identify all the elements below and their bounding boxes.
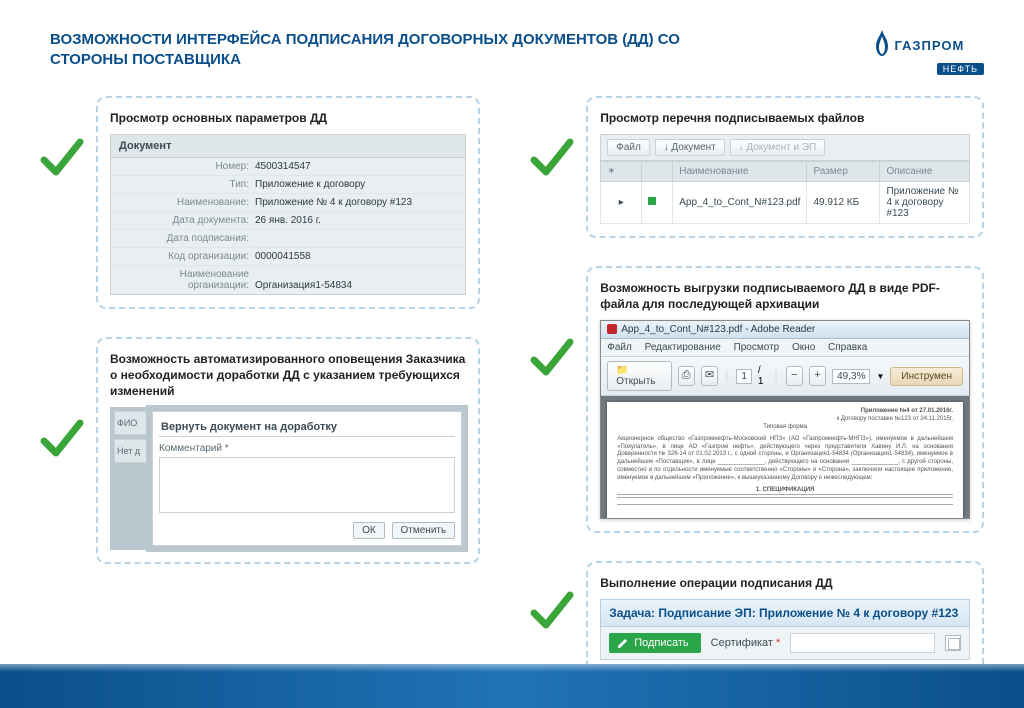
page-title: ВОЗМОЖНОСТИ ИНТЕРФЕЙСА ПОДПИСАНИЯ ДОГОВО…	[50, 30, 750, 71]
status-icon	[648, 197, 656, 205]
expand-icon[interactable]: ✶	[607, 166, 615, 177]
cancel-button[interactable]: Отменить	[392, 522, 456, 539]
comment-label: Комментарий *	[159, 443, 455, 454]
panel-files: Просмотр перечня подписываемых файлов Фа…	[586, 96, 984, 238]
check-icon	[530, 336, 574, 380]
pdf-reader-window: App_4_to_Cont_N#123.pdf - Adobe Reader Ф…	[600, 320, 970, 519]
brand-name: ГАЗПРОМ	[894, 38, 964, 53]
cert-input[interactable]	[790, 633, 935, 653]
check-icon	[40, 417, 84, 461]
table-row[interactable]: ▸ App_4_to_Cont_N#123.pdf 49,912 КБ Прил…	[601, 181, 970, 223]
pdf-toolbar: Открыть ⎙ ✉ │ 1 / 1 │ − + 49,3% ▼ Инстру…	[601, 357, 969, 396]
pen-icon	[617, 637, 629, 649]
files-toolbar: Файл ↓ Документ ↓ Документ и ЭП	[600, 134, 970, 161]
task-header: Задача: Подписание ЭП: Приложение № 4 к …	[600, 599, 970, 627]
panel-sign: Выполнение операции подписания ДД Задача…	[586, 561, 984, 674]
menu-bar: Файл Редактирование Просмотр Окно Справк…	[601, 339, 969, 357]
files-table: ✶ Наименование Размер Описание ▸ App_4_t…	[600, 161, 970, 224]
tab-doc[interactable]: ↓ Документ	[655, 139, 725, 156]
cert-label: Сертификат *	[711, 637, 781, 649]
menu-help[interactable]: Справка	[828, 342, 867, 353]
tab-doc-sp[interactable]: ↓ Документ и ЭП	[730, 139, 826, 156]
doc-section-header: Документ	[111, 135, 465, 158]
panel-caption: Возможность автоматизированного оповещен…	[110, 351, 466, 400]
sign-button[interactable]: Подписать	[609, 633, 700, 653]
dialog-title: Вернуть документ на доработку	[159, 418, 455, 437]
pdf-page: Приложение №4 от 27.01.2016г. к Договору…	[607, 402, 963, 518]
print-icon[interactable]: ⎙	[678, 366, 695, 386]
tab-file[interactable]: Файл	[607, 139, 650, 156]
panel-caption: Просмотр перечня подписываемых файлов	[600, 110, 970, 126]
brand-sub: НЕФТЬ	[937, 63, 984, 75]
panel-pdf-export: Возможность выгрузки подписываемого ДД в…	[586, 266, 984, 533]
check-icon	[530, 136, 574, 180]
menu-window[interactable]: Окно	[792, 342, 815, 353]
menu-file[interactable]: Файл	[607, 342, 632, 353]
pdf-icon	[607, 324, 617, 334]
panel-doc-params: Просмотр основных параметров ДД Документ…	[96, 96, 480, 309]
menu-view[interactable]: Просмотр	[734, 342, 780, 353]
zoom-out-icon[interactable]: −	[786, 366, 803, 386]
panel-caption: Возможность выгрузки подписываемого ДД в…	[600, 280, 970, 312]
tools-button[interactable]: Инструмен	[890, 367, 963, 386]
open-button[interactable]: Открыть	[607, 361, 671, 391]
doc-params-widget: Документ Номер:4500314547 Тип:Приложение…	[110, 134, 466, 295]
window-titlebar: App_4_to_Cont_N#123.pdf - Adobe Reader	[601, 321, 969, 339]
panel-caption: Просмотр основных параметров ДД	[110, 110, 466, 126]
panel-caption: Выполнение операции подписания ДД	[600, 575, 970, 591]
check-icon	[40, 136, 84, 180]
mail-icon[interactable]: ✉	[701, 366, 718, 386]
menu-edit[interactable]: Редактирование	[645, 342, 721, 353]
zoom-in-icon[interactable]: +	[809, 366, 826, 386]
check-icon	[530, 589, 574, 633]
ok-button[interactable]: ОК	[353, 522, 385, 539]
copy-icon[interactable]	[945, 635, 961, 651]
panel-rework: Возможность автоматизированного оповещен…	[96, 337, 480, 565]
page-input[interactable]: 1	[736, 369, 752, 384]
zoom-input[interactable]: 49,3%	[832, 369, 870, 384]
brand-logo: ГАЗПРОМ НЕФТЬ	[874, 30, 984, 75]
footer-bar	[0, 664, 1024, 708]
comment-input[interactable]	[159, 457, 455, 513]
flame-icon	[874, 30, 890, 56]
